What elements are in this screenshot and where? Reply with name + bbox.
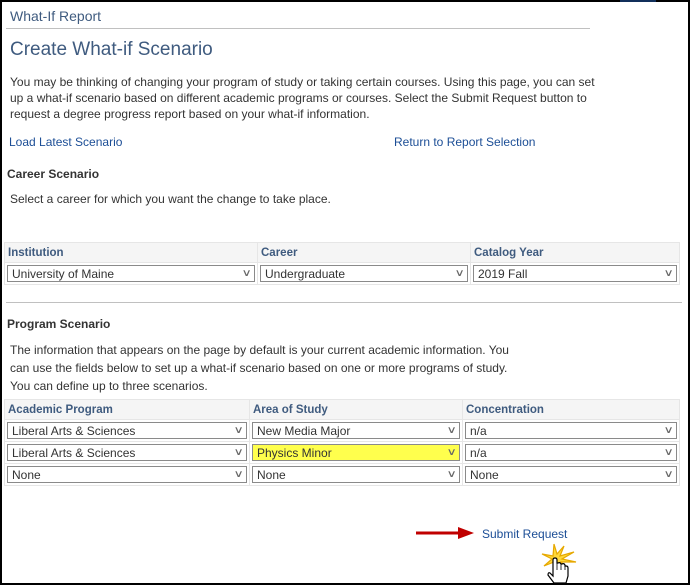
academic-program-select[interactable]: None ∨ [7, 466, 247, 483]
chevron-down-icon: ∨ [663, 268, 674, 279]
academic-program-select[interactable]: Liberal Arts & Sciences ∨ [7, 444, 247, 461]
chevron-down-icon: ∨ [446, 447, 457, 458]
chevron-down-icon: ∨ [233, 425, 244, 436]
program-scenario-heading: Program Scenario [7, 317, 111, 331]
select-value: None [257, 467, 286, 482]
chevron-down-icon: ∨ [454, 268, 465, 279]
select-value: Undergraduate [265, 266, 346, 281]
chevron-down-icon: ∨ [663, 469, 674, 480]
career-grid: Institution Career Catalog Year Universi… [4, 242, 680, 285]
institution-select[interactable]: University of Maine ∨ [7, 265, 255, 282]
column-header-career: Career [257, 242, 471, 263]
column-header-concentration: Concentration [462, 399, 680, 420]
chevron-down-icon: ∨ [446, 425, 457, 436]
return-to-report-selection-link[interactable]: Return to Report Selection [394, 135, 535, 149]
career-select[interactable]: Undergraduate ∨ [260, 265, 468, 282]
hand-pointer-icon [541, 543, 577, 584]
area-of-study-select[interactable]: New Media Major ∨ [252, 422, 460, 439]
chevron-down-icon: ∨ [663, 447, 674, 458]
concentration-select[interactable]: n/a ∨ [465, 422, 677, 439]
column-header-institution: Institution [4, 242, 258, 263]
select-value: None [470, 467, 499, 482]
column-header-area-of-study: Area of Study [249, 399, 463, 420]
catalog-year-select[interactable]: 2019 Fall ∨ [473, 265, 677, 282]
chevron-down-icon: ∨ [233, 447, 244, 458]
load-latest-scenario-link[interactable]: Load Latest Scenario [9, 135, 122, 149]
description-line: You can define up to three scenarios. [10, 379, 208, 393]
intro-text: You may be thinking of changing your pro… [10, 75, 595, 121]
select-value: n/a [470, 445, 487, 460]
select-value: n/a [470, 423, 487, 438]
column-header-academic-program: Academic Program [4, 399, 250, 420]
chevron-down-icon: ∨ [663, 425, 674, 436]
select-value: 2019 Fall [478, 266, 528, 281]
program-grid: Academic Program Area of Study Concentra… [4, 399, 680, 486]
academic-program-select[interactable]: Liberal Arts & Sciences ∨ [7, 422, 247, 439]
select-value: Liberal Arts & Sciences [12, 445, 136, 460]
table-row: Liberal Arts & Sciences ∨ New Media Major… [4, 419, 680, 442]
description-line: The information that appears on the page… [10, 343, 509, 357]
concentration-select[interactable]: n/a ∨ [465, 444, 677, 461]
select-value: New Media Major [257, 423, 351, 438]
select-value: None [12, 467, 41, 482]
cropped-text-fragment [620, 0, 656, 2]
chevron-down-icon: ∨ [241, 268, 252, 279]
select-value: Physics Minor [257, 445, 332, 460]
description-line: can use the fields below to set up a wha… [10, 361, 508, 375]
area-of-study-select[interactable]: None ∨ [252, 466, 460, 483]
section-divider [6, 302, 682, 303]
concentration-select[interactable]: None ∨ [465, 466, 677, 483]
table-row: None ∨ None ∨ None ∨ [4, 463, 680, 486]
career-scenario-description: Select a career for which you want the c… [10, 192, 331, 206]
select-value: Liberal Arts & Sciences [12, 423, 136, 438]
area-of-study-select-highlighted[interactable]: Physics Minor ∨ [252, 444, 460, 461]
career-scenario-heading: Career Scenario [7, 167, 100, 181]
chevron-down-icon: ∨ [233, 469, 244, 480]
arrow-right-icon [416, 527, 474, 539]
program-scenario-description: The information that appears on the page… [10, 341, 530, 395]
page-title: Create What-if Scenario [10, 39, 213, 60]
column-header-catalog-year: Catalog Year [470, 242, 680, 263]
header-divider [6, 28, 590, 29]
chevron-down-icon: ∨ [446, 469, 457, 480]
select-value: University of Maine [12, 266, 115, 281]
page-header-title: What-If Report [10, 8, 102, 24]
submit-request-link[interactable]: Submit Request [482, 527, 567, 541]
table-row: Liberal Arts & Sciences ∨ Physics Minor ∨ … [4, 441, 680, 464]
